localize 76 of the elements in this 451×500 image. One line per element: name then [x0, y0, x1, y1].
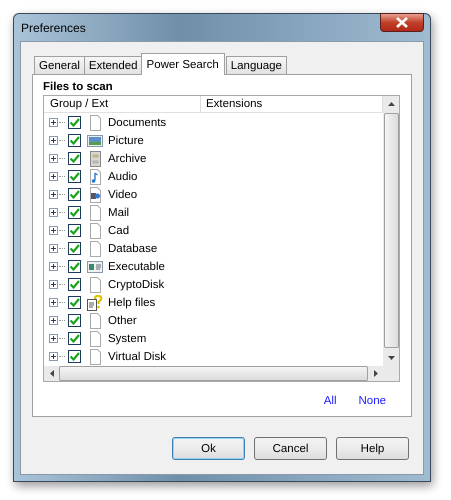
link[interactable]: None — [358, 395, 386, 407]
cabinet-icon — [87, 150, 103, 167]
section-title: Files to scan — [43, 81, 114, 95]
horizontal-scrollbar[interactable] — [44, 366, 383, 381]
group-label[interactable]: Cad — [108, 224, 130, 237]
link[interactable]: All — [324, 395, 336, 407]
expand-icon[interactable] — [49, 208, 58, 218]
expand-icon[interactable] — [49, 298, 58, 308]
expand-icon[interactable] — [49, 136, 58, 146]
tab[interactable]: General — [34, 56, 85, 75]
document-icon — [87, 348, 103, 365]
checkbox[interactable] — [68, 332, 81, 346]
document-icon — [87, 276, 103, 293]
help-file-icon — [87, 294, 103, 311]
document-icon — [87, 222, 103, 239]
group-label[interactable]: Archive — [108, 152, 146, 165]
checkbox[interactable] — [68, 188, 81, 202]
checkbox[interactable] — [68, 350, 81, 364]
expand-icon[interactable] — [49, 154, 58, 164]
document-icon — [87, 312, 103, 329]
checkbox[interactable] — [68, 242, 81, 256]
expand-icon[interactable] — [49, 262, 58, 272]
right-arrow-icon[interactable] — [374, 370, 378, 377]
checkbox[interactable] — [68, 296, 81, 310]
document-icon — [87, 240, 103, 257]
group-label[interactable]: Other — [108, 314, 137, 327]
expand-icon[interactable] — [49, 316, 58, 326]
left-arrow-icon[interactable] — [50, 370, 54, 377]
window-title: Preferences — [21, 21, 86, 35]
checkbox[interactable] — [68, 278, 81, 292]
checkbox[interactable] — [68, 134, 81, 148]
close-icon — [395, 17, 409, 28]
tab[interactable]: Language — [226, 56, 287, 75]
group-label[interactable]: Picture — [108, 134, 144, 147]
up-arrow-icon[interactable] — [388, 102, 394, 106]
window-icon — [87, 258, 103, 275]
expand-icon[interactable] — [49, 190, 58, 200]
down-arrow-icon[interactable] — [388, 356, 394, 360]
group-label[interactable]: System — [108, 332, 146, 345]
checkbox[interactable] — [68, 206, 81, 220]
close-button[interactable] — [380, 13, 424, 32]
document-icon — [87, 204, 103, 221]
group-label[interactable]: Video — [108, 188, 138, 201]
checkbox[interactable] — [68, 152, 81, 166]
group-label[interactable]: Help files — [108, 296, 156, 309]
video-file-icon — [87, 186, 103, 203]
expand-icon[interactable] — [49, 280, 58, 290]
expand-icon[interactable] — [49, 244, 58, 254]
tab[interactable]: Extended — [84, 56, 143, 75]
group-label[interactable]: Audio — [108, 170, 138, 183]
dialog-button[interactable]: Ok — [172, 437, 245, 460]
expand-icon[interactable] — [49, 172, 58, 182]
checkbox[interactable] — [68, 260, 81, 274]
expand-icon[interactable] — [49, 226, 58, 236]
checkbox[interactable] — [68, 170, 81, 184]
picture-icon — [87, 132, 103, 149]
checkbox[interactable] — [68, 314, 81, 328]
expand-icon[interactable] — [49, 352, 58, 362]
tab[interactable]: Power Search — [140, 53, 225, 75]
column-header[interactable]: Group / Ext — [44, 96, 201, 112]
vertical-scrollbar[interactable] — [383, 96, 399, 381]
group-label[interactable]: Database — [108, 242, 158, 255]
group-label[interactable]: Documents — [108, 116, 166, 129]
group-label[interactable]: CryptoDisk — [108, 278, 164, 291]
checkbox[interactable] — [68, 116, 81, 130]
group-label[interactable]: Executable — [108, 260, 165, 273]
music-note-icon — [87, 168, 103, 185]
expand-icon[interactable] — [49, 118, 58, 128]
dialog-button[interactable]: Cancel — [254, 437, 327, 460]
document-icon — [87, 330, 103, 347]
document-icon — [87, 114, 103, 131]
group-label[interactable]: Virtual Disk — [108, 350, 166, 363]
checkbox[interactable] — [68, 224, 81, 238]
group-label[interactable]: Mail — [108, 206, 130, 219]
expand-icon[interactable] — [49, 334, 58, 344]
dialog-button[interactable]: Help — [336, 437, 409, 460]
